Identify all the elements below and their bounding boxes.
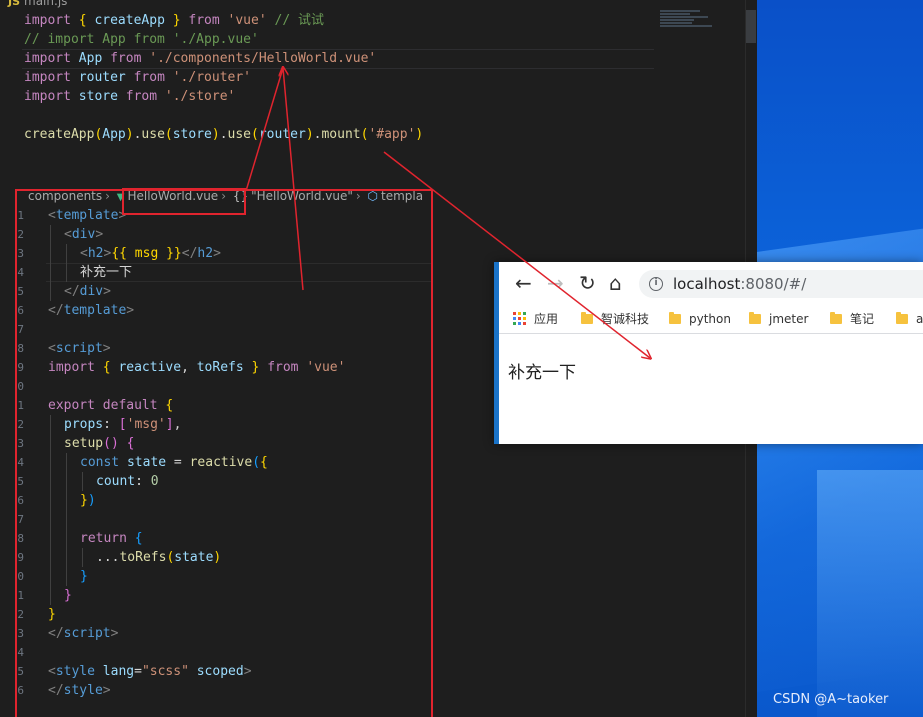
code-line[interactable]: import store from './store' xyxy=(24,87,235,106)
back-arrow-icon[interactable]: ← xyxy=(515,270,532,296)
editor-tab-main-js[interactable]: JS main.js xyxy=(8,0,67,8)
bookmark-folder[interactable]: 智诚科技 xyxy=(581,310,649,328)
browser-toolbar: ← → ↻ ⌂ i localhost:8080/#/ xyxy=(499,262,923,306)
code-line[interactable]: // import App from './App.vue' xyxy=(24,30,259,49)
code-line[interactable]: createApp(App).use(store).use(router).mo… xyxy=(24,125,423,144)
folder-icon xyxy=(749,312,761,324)
reload-icon[interactable]: ↻ xyxy=(579,270,596,296)
page-content-text: 补充一下 xyxy=(508,363,576,383)
code-line[interactable]: import App from './components/HelloWorld… xyxy=(24,49,376,68)
code-line[interactable]: import { createApp } from 'vue' // 试试 xyxy=(24,11,324,30)
folder-icon xyxy=(581,312,593,324)
bookmark-folder[interactable]: python xyxy=(669,310,731,328)
annotation-box-vue-file xyxy=(15,189,433,717)
browser-window[interactable]: ← → ↻ ⌂ i localhost:8080/#/ 应用 智诚科技 pyth… xyxy=(494,262,923,444)
forward-arrow-icon[interactable]: → xyxy=(547,270,564,296)
info-icon[interactable]: i xyxy=(649,277,663,291)
apps-grid-icon xyxy=(513,312,526,325)
annotation-box-filename xyxy=(122,188,246,215)
bookmarks-bar: 应用 智诚科技 python jmeter 笔记 ap xyxy=(499,306,923,332)
folder-icon xyxy=(830,312,842,324)
folder-icon xyxy=(669,312,681,324)
code-line[interactable]: import router from './router' xyxy=(24,68,251,87)
bookmark-apps[interactable]: 应用 xyxy=(513,310,558,328)
scrollbar-thumb[interactable] xyxy=(746,10,756,43)
home-icon[interactable]: ⌂ xyxy=(609,270,622,296)
watermark-text: CSDN @A~taoker xyxy=(773,692,889,707)
folder-icon xyxy=(896,312,908,324)
minimap[interactable] xyxy=(660,10,715,30)
bookmark-folder[interactable]: ap xyxy=(896,310,923,328)
url-text[interactable]: localhost:8080/#/ xyxy=(673,274,806,294)
toolbar-divider xyxy=(499,333,923,334)
address-bar[interactable]: i localhost:8080/#/ xyxy=(639,270,923,298)
js-file-icon: JS xyxy=(8,0,21,8)
bookmark-folder[interactable]: 笔记 xyxy=(830,310,874,328)
bookmark-folder[interactable]: jmeter xyxy=(749,310,808,328)
